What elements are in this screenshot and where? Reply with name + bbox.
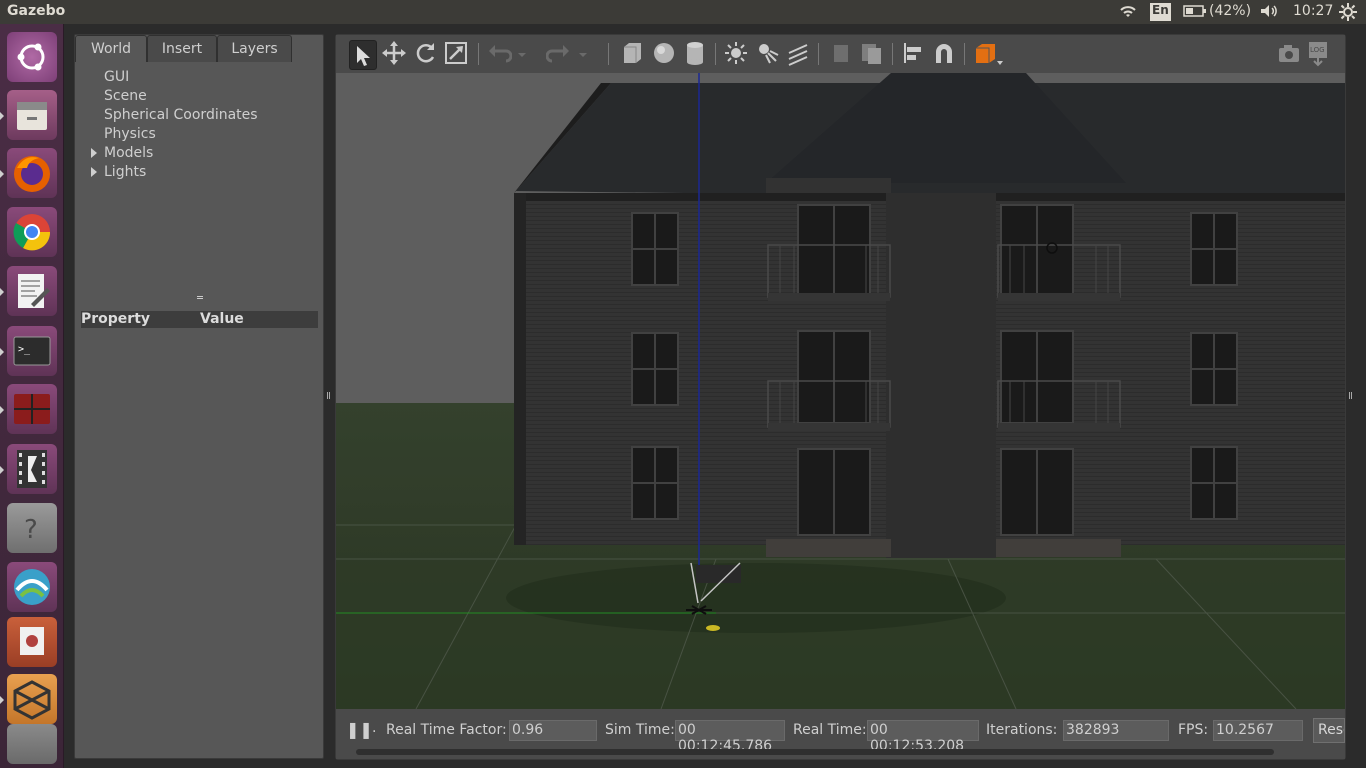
running-indicator [0, 466, 4, 474]
horizontal-scrollbar[interactable] [356, 749, 1274, 755]
rtf-label: Real Time Factor: [386, 722, 507, 738]
undo-icon[interactable] [486, 39, 513, 67]
ubuntu-dash-icon[interactable] [7, 32, 57, 82]
step-button[interactable]: . [372, 720, 376, 736]
battery-percent: (42%) [1209, 3, 1252, 19]
system-top-bar: Gazebo En (42%) 10:27 [0, 0, 1366, 24]
cylinder-shape-icon[interactable] [682, 39, 708, 67]
running-indicator [0, 406, 4, 414]
scale-mode-icon[interactable] [443, 39, 469, 67]
running-indicator [0, 112, 4, 120]
toolbar-separator [608, 43, 609, 65]
paste-icon[interactable] [858, 39, 884, 67]
network-app-icon[interactable] [7, 562, 57, 612]
expand-arrow-icon[interactable] [91, 167, 97, 177]
chrome-icon[interactable] [7, 207, 57, 257]
simulation-status-bar: ❚❚ . Real Time Factor: 0.96 Sim Time: 00… [336, 709, 1345, 759]
real-time-label: Real Time: [793, 722, 867, 738]
video-editor-icon[interactable] [7, 444, 57, 494]
sim-time-label: Sim Time: [605, 722, 675, 738]
toolbar-separator [818, 43, 819, 65]
tree-item-spherical-coordinates[interactable]: Spherical Coordinates [104, 107, 258, 123]
tree-item-models[interactable]: Models [104, 145, 153, 161]
iterations-value: 382893 [1063, 720, 1169, 741]
toolbar-separator [715, 43, 716, 65]
redo-icon[interactable] [545, 39, 572, 67]
copy-icon[interactable] [828, 39, 854, 67]
undo-dropdown-icon[interactable] [516, 39, 528, 67]
fps-label: FPS: [1178, 722, 1209, 738]
toolbar-separator [964, 43, 965, 65]
rotate-mode-icon[interactable] [412, 39, 438, 67]
select-mode-icon[interactable] [349, 40, 377, 70]
view-angle-icon[interactable] [973, 39, 1005, 67]
help-icon[interactable]: ? [7, 503, 57, 553]
clock[interactable]: 10:27 [1293, 3, 1333, 19]
app-title: Gazebo [7, 3, 66, 19]
tree-item-gui[interactable]: GUI [104, 69, 129, 85]
tab-layers[interactable]: Layers [217, 35, 292, 62]
box-shape-icon[interactable] [619, 39, 645, 67]
render-toolbar: LOG [336, 35, 1345, 73]
running-indicator [0, 696, 4, 704]
translate-mode-icon[interactable] [381, 39, 407, 67]
property-table-header: Property Value [81, 311, 318, 328]
running-indicator [0, 170, 4, 178]
pause-button[interactable]: ❚❚ [346, 720, 373, 739]
value-column-header[interactable]: Value [200, 311, 244, 327]
box-app-icon[interactable] [7, 674, 57, 724]
sphere-shape-icon[interactable] [651, 39, 677, 67]
volume-icon[interactable] [1259, 3, 1281, 23]
tab-insert[interactable]: Insert [147, 35, 217, 62]
world-panel: World Insert Layers GUI Scene Spherical … [74, 34, 324, 759]
point-light-icon[interactable] [723, 39, 749, 67]
rtf-value: 0.96 [509, 720, 597, 741]
left-splitter-handle[interactable] [327, 392, 330, 399]
terminal-icon[interactable]: >_ [7, 326, 57, 376]
tree-item-lights[interactable]: Lights [104, 164, 146, 180]
tab-world[interactable]: World [75, 35, 147, 62]
expand-arrow-icon[interactable] [91, 148, 97, 158]
wifi-icon[interactable] [1117, 3, 1139, 23]
settings-gear-icon[interactable] [1338, 2, 1358, 26]
text-editor-icon[interactable] [7, 266, 57, 316]
toolbar-separator [478, 43, 479, 65]
log-icon[interactable]: LOG [1306, 39, 1332, 67]
toolbar-separator [892, 43, 893, 65]
svg-text:?: ? [24, 515, 38, 545]
running-indicator [0, 288, 4, 296]
files-icon[interactable] [7, 90, 57, 140]
align-icon[interactable] [900, 39, 926, 67]
svg-text:>_: >_ [18, 344, 31, 355]
terminator-icon[interactable] [7, 384, 57, 434]
svg-text:LOG: LOG [1310, 46, 1325, 54]
tree-item-physics[interactable]: Physics [104, 126, 156, 142]
right-splitter-handle[interactable] [1349, 392, 1352, 399]
snap-icon[interactable] [931, 39, 957, 67]
property-column-header[interactable]: Property [81, 311, 150, 327]
battery-icon[interactable] [1183, 3, 1207, 23]
screenshot-icon[interactable] [1276, 39, 1302, 67]
running-indicator [0, 348, 4, 356]
document-viewer-icon[interactable] [7, 617, 57, 667]
real-time-value: 00 00:12:53.208 [867, 720, 979, 754]
keyboard-layout-indicator[interactable]: En [1150, 3, 1171, 21]
firefox-icon[interactable] [7, 148, 57, 198]
redo-dropdown-icon[interactable] [577, 39, 589, 67]
panel-splitter-handle[interactable] [197, 296, 203, 299]
sim-time-value: 00 00:12:45.786 [675, 720, 785, 754]
viewport-frame: LOG ❚❚ . Real Time Factor: 0.96 Sim Time… [335, 34, 1346, 760]
directional-light-icon[interactable] [785, 39, 811, 67]
spot-light-icon[interactable] [754, 39, 780, 67]
unity-launcher: >_ ? [0, 24, 64, 768]
trash-icon[interactable] [7, 724, 57, 764]
reset-time-button[interactable]: Rese [1313, 718, 1345, 743]
gazebo-window: World Insert Layers GUI Scene Spherical … [64, 24, 1366, 768]
3d-viewport[interactable] [336, 73, 1345, 709]
fps-value: 10.2567 [1213, 720, 1303, 741]
tree-item-scene[interactable]: Scene [104, 88, 147, 104]
iterations-label: Iterations: [986, 722, 1058, 738]
